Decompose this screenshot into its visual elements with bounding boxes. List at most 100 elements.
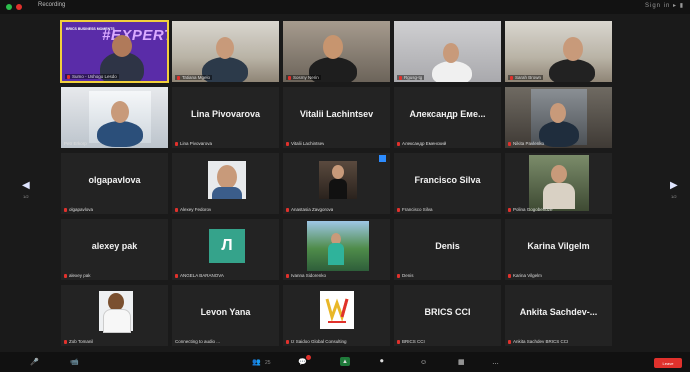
mic-muted-icon <box>288 75 291 80</box>
mic-muted-icon <box>64 273 67 278</box>
record-icon[interactable]: ⏺ <box>380 355 384 369</box>
participant-label: Sarah Brown <box>508 75 544 80</box>
name-tile-22[interactable]: Levon Yana Connecting to audio ... <box>171 284 280 347</box>
participant-person <box>549 59 595 82</box>
mic-muted-icon <box>64 207 67 212</box>
participant-name: Ankita Sachdev-... <box>519 307 598 317</box>
participant-name: Francisco Silva <box>414 175 481 185</box>
participant-label: olgapavlova <box>64 207 93 212</box>
mic-muted-icon <box>67 74 70 79</box>
participant-label: alexey pak <box>64 273 91 278</box>
participant-person <box>97 121 143 147</box>
mic-muted-icon <box>397 207 400 212</box>
name-tile-9[interactable]: Александр Еме... Александр Еменский <box>393 86 502 149</box>
previous-page-indicator: 1/2 <box>23 194 29 199</box>
video-tile-1[interactable]: BRICS BUSINESS MOMENTS #EXPERT Sumo - Us… <box>60 20 169 83</box>
video-tile-2[interactable]: Tatiana Mgelo <box>171 20 280 83</box>
participant-head <box>332 165 344 179</box>
video-icon[interactable]: 📹 <box>70 355 79 369</box>
company-logo-icon <box>325 298 349 323</box>
name-tile-8[interactable]: Vitalii Lachintsev Vitalii Lachintsev <box>282 86 391 149</box>
mic-muted-icon <box>286 273 289 278</box>
name-tile-19[interactable]: Denis Denis <box>393 218 502 281</box>
participant-label: Sosmy Nerin <box>286 75 321 80</box>
video-tile-3[interactable]: Sosmy Nerin <box>282 20 391 83</box>
video-tile-6[interactable]: Petr Erkorp <box>60 86 169 149</box>
company-logo <box>320 291 354 329</box>
video-tile-4[interactable]: Rgusg-tg <box>393 20 502 83</box>
participant-name: Denis <box>435 241 460 251</box>
name-tile-24[interactable]: BRICS CCI BRICS CCI <box>393 284 502 347</box>
name-tile-25[interactable]: Ankita Sachdev-... Ankita Sachdev BRICS … <box>504 284 613 347</box>
participant-person <box>432 61 472 82</box>
photo-tile-12[interactable]: Alexey Fedorov <box>171 152 280 215</box>
mic-muted-icon <box>286 207 289 212</box>
mic-muted-icon <box>508 207 511 212</box>
photo-tile-13[interactable]: Anastasia Zavgorova <box>282 152 391 215</box>
next-page-icon[interactable]: ▶ <box>670 180 678 191</box>
photo-tile-15[interactable]: Polina Gogoberidze <box>504 152 613 215</box>
avatar-tile-17[interactable]: Л ANGELA BARANOVA <box>171 218 280 281</box>
participant-name: Lina Pivovarova <box>190 109 261 119</box>
logo-tile-23[interactable]: Iz Saidoo Global Consulting <box>282 284 391 347</box>
participant-label: Connecting to audio ... <box>175 339 221 344</box>
leave-meeting-button[interactable]: Leave <box>654 358 682 368</box>
participant-name: alexey pak <box>91 241 138 251</box>
share-screen-icon[interactable]: ▲ <box>340 357 350 366</box>
mic-muted-icon <box>397 339 400 344</box>
participant-label: Alexey Fedorov <box>175 207 211 212</box>
mic-muted-icon <box>397 141 400 146</box>
participant-head <box>563 37 583 61</box>
apps-icon[interactable]: ▦ <box>458 355 465 369</box>
participant-label: Александр Еменский <box>397 141 446 146</box>
video-tile-10[interactable]: Nikita Pavlenko <box>504 86 613 149</box>
reactions-icon[interactable]: ☺ <box>420 355 427 369</box>
top-bar: Recording Sign in ▸ ▮ <box>0 0 690 14</box>
more-icon[interactable]: … <box>492 355 499 369</box>
recording-icon <box>16 4 22 10</box>
participant-label: Zob Tomanil <box>64 339 93 344</box>
participant-name: Karina Vilgelm <box>527 241 590 251</box>
participant-person <box>212 187 242 199</box>
participant-label: Petr Erkorp <box>64 141 87 146</box>
name-tile-7[interactable]: Lina Pivovarova Lina Pivovarova <box>171 86 280 149</box>
participant-label: ANGELA BARANOVA <box>175 273 224 278</box>
mic-muted-icon <box>175 141 178 146</box>
participant-label: Denis <box>397 273 414 278</box>
participant-person <box>543 183 575 209</box>
mic-muted-icon <box>175 273 178 278</box>
participant-label: BRICS CCI <box>397 339 425 344</box>
name-tile-20[interactable]: Karina Vilgelm Karina Vilgelm <box>504 218 613 281</box>
participant-label: Ivanna Sidorenko <box>286 273 326 278</box>
security-icon[interactable] <box>6 4 12 10</box>
participants-icon[interactable]: 👥 <box>252 355 261 369</box>
name-tile-16[interactable]: alexey pak alexey pak <box>60 218 169 281</box>
view-options[interactable]: Sign in ▸ ▮ <box>645 2 684 9</box>
name-tile-11[interactable]: olgapavlova olgapavlova <box>60 152 169 215</box>
participant-head <box>111 101 129 123</box>
participants-count: 25 <box>265 360 271 366</box>
participant-name: BRICS CCI <box>424 307 471 317</box>
participant-head <box>550 103 566 123</box>
recording-status: Recording <box>38 2 66 8</box>
mute-icon[interactable]: 🎤 <box>30 355 39 369</box>
participant-name: Vitalii Lachintsev <box>299 109 374 119</box>
mic-muted-icon <box>286 339 289 344</box>
photo-tile-21[interactable]: Zob Tomanil <box>60 284 169 347</box>
participant-person <box>539 121 579 147</box>
previous-page-icon[interactable]: ◀ <box>22 180 30 191</box>
mic-muted-icon <box>508 141 511 146</box>
video-tile-5[interactable]: Sarah Brown <box>504 20 613 83</box>
gallery-grid: BRICS BUSINESS MOMENTS #EXPERT Sumo - Us… <box>60 20 615 350</box>
participant-person <box>329 179 347 199</box>
participant-person <box>103 309 131 333</box>
participant-label: Tatiana Mgelo <box>175 75 213 80</box>
photo-tile-18[interactable]: Ivanna Sidorenko <box>282 218 391 281</box>
mic-muted-icon <box>399 75 402 80</box>
mic-muted-icon <box>286 141 289 146</box>
participant-label: Karina Vilgelm <box>508 273 542 278</box>
name-tile-14[interactable]: Francisco Silva Francisco Silva <box>393 152 502 215</box>
mic-muted-icon <box>175 207 178 212</box>
meeting-toolbar: 🎤 📹 👥 25 💬 ▲ ⏺ ☺ ▦ … Leave <box>0 352 690 372</box>
participant-head <box>323 35 343 59</box>
